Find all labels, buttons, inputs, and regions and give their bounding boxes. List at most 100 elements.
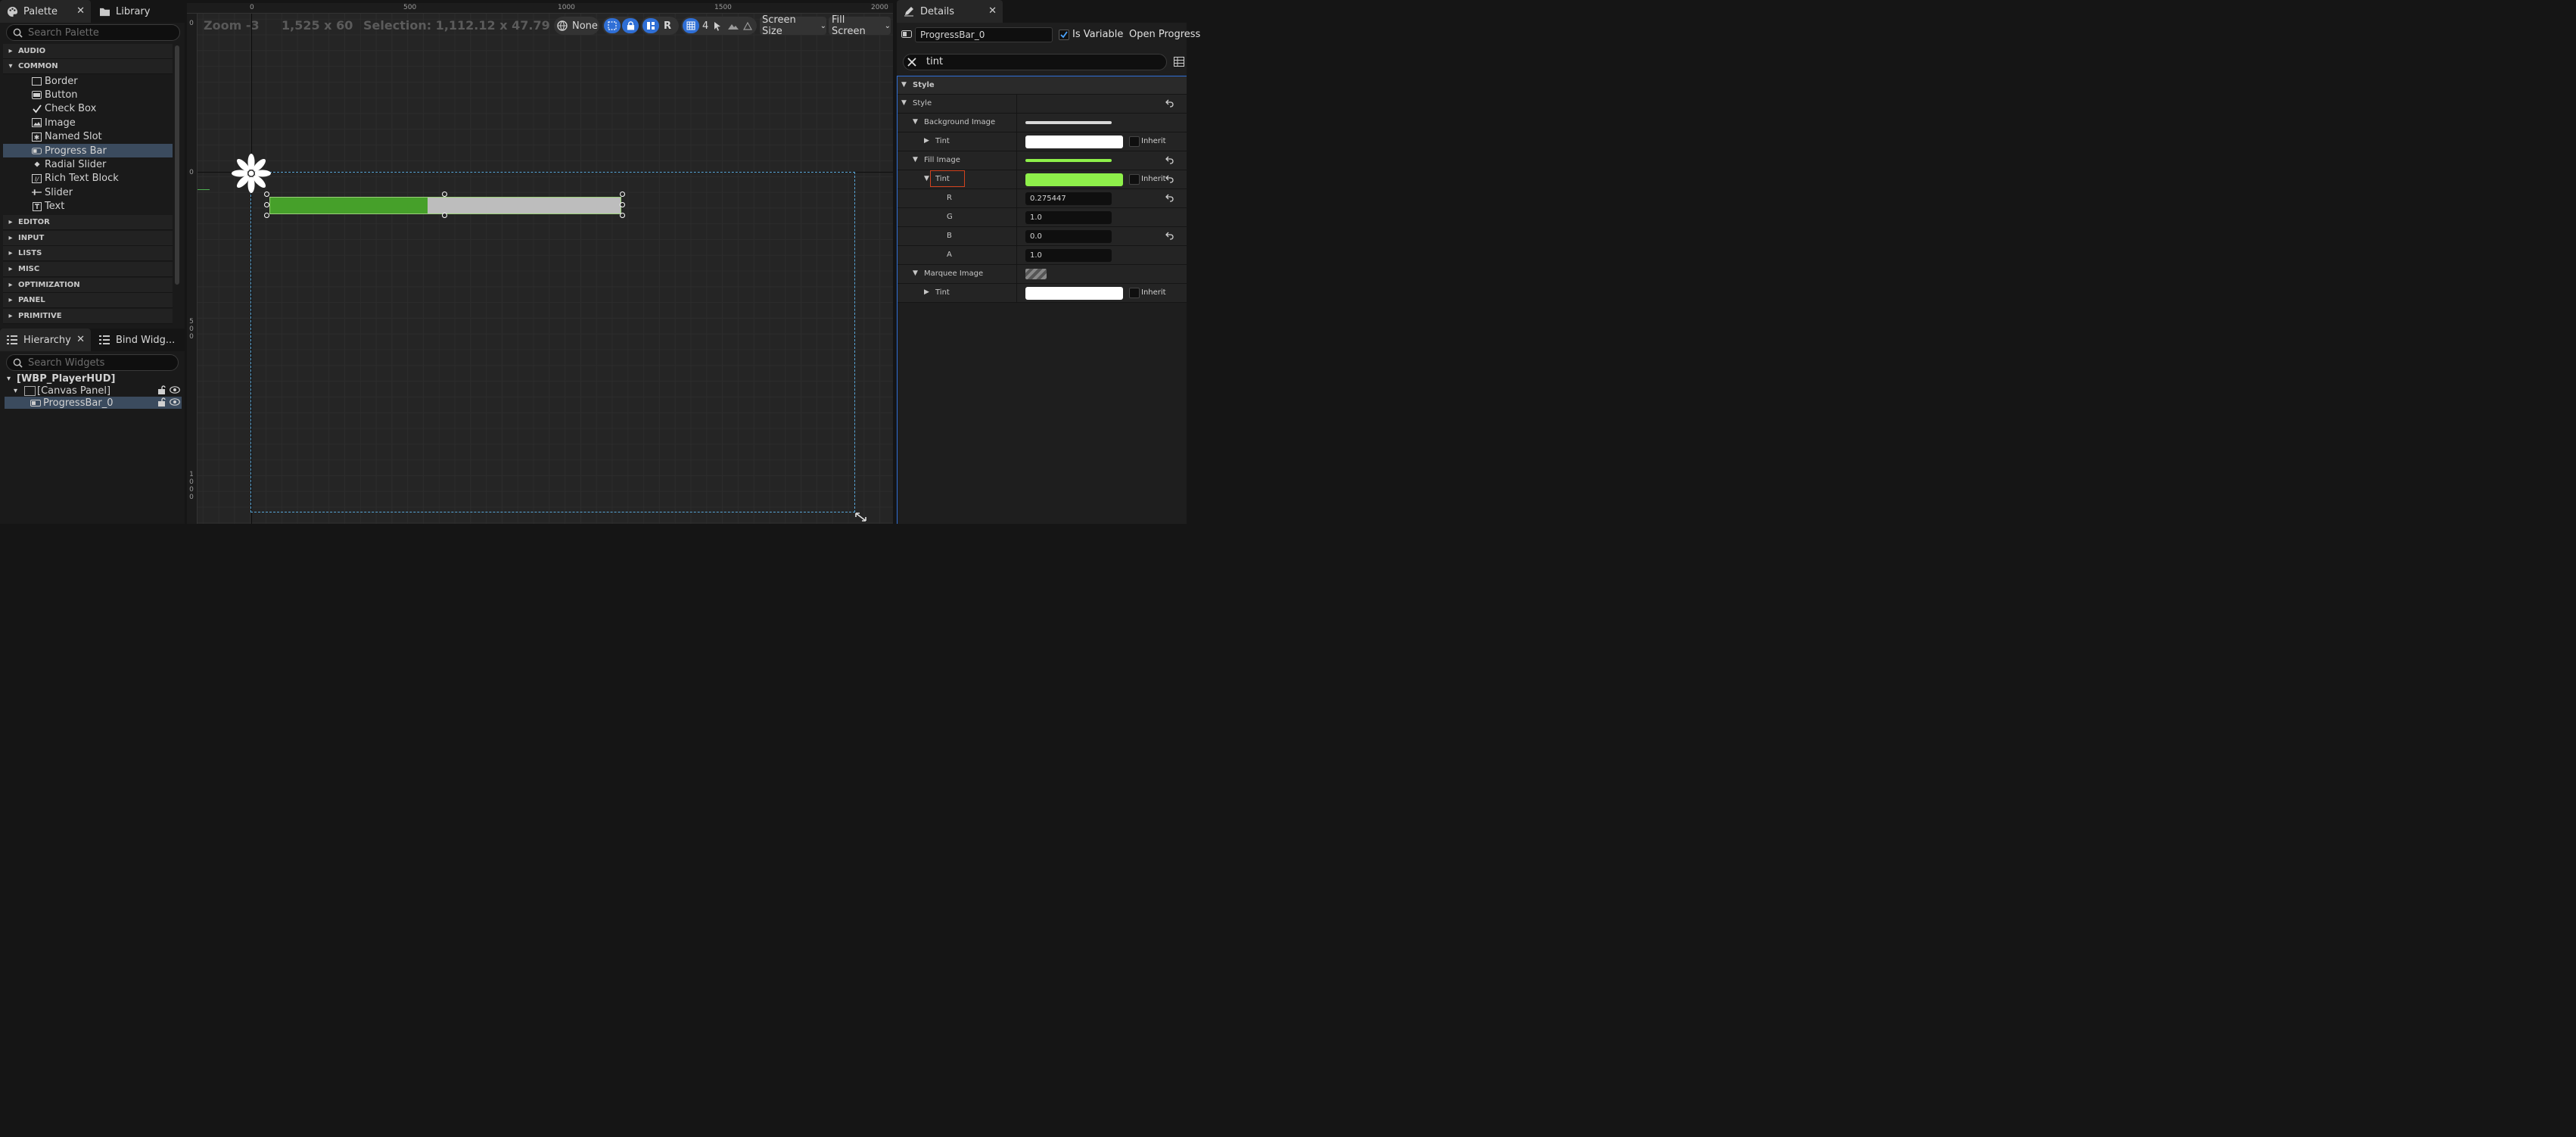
fill-tint-swatch[interactable] — [1025, 173, 1123, 186]
category-common[interactable]: ▾ COMMON — [3, 59, 173, 74]
selection-handle[interactable] — [264, 213, 269, 218]
marquee-tint-swatch[interactable] — [1025, 287, 1123, 300]
lock-icon[interactable] — [157, 385, 166, 394]
selection-handle[interactable] — [442, 192, 447, 197]
a-value-input[interactable]: 1.0 — [1025, 249, 1112, 262]
bind-widgets-tab-label: Bind Widg... — [116, 334, 176, 346]
fill-screen-dropdown[interactable]: Fill Screen ⌄ — [829, 14, 891, 37]
inherit-checkbox[interactable] — [1129, 174, 1140, 185]
row-marquee-image[interactable]: ▼ Marquee Image — [898, 265, 1187, 284]
section-header-style[interactable]: ▼ Style — [898, 76, 1187, 95]
screen-size-dropdown[interactable]: Screen Size ⌄ — [760, 14, 826, 37]
selection-handle[interactable] — [620, 192, 625, 197]
bg-tint-swatch[interactable] — [1025, 136, 1123, 148]
tab-details[interactable]: Details ✕ — [897, 0, 1003, 23]
tab-bind-widgets[interactable]: Bind Widg... — [92, 329, 183, 351]
row-style[interactable]: ▼ Style — [898, 95, 1187, 114]
row-label: Style — [913, 99, 932, 107]
inherit-checkbox[interactable] — [1129, 288, 1140, 298]
row-bg-tint[interactable]: ▶ Tint Inherit — [898, 132, 1187, 151]
eye-icon[interactable] — [170, 386, 180, 394]
selection-handle[interactable] — [620, 213, 625, 218]
r-button[interactable]: R — [664, 20, 671, 32]
palette-item-progress-bar[interactable]: Progress Bar — [3, 144, 173, 157]
category-editor[interactable]: ▸ EDITOR — [3, 215, 173, 230]
is-variable-checkbox[interactable] — [1059, 30, 1069, 40]
palette-item-button[interactable]: Button — [3, 88, 173, 101]
category-panel[interactable]: ▸ PANEL — [3, 293, 173, 308]
tree-row-progressbar[interactable]: ProgressBar_0 — [5, 397, 182, 409]
widget-name-input[interactable]: ProgressBar_0 — [915, 27, 1053, 42]
selection-handle[interactable] — [620, 202, 625, 207]
close-icon[interactable]: ✕ — [76, 334, 85, 345]
palette-item-image[interactable]: Image — [3, 116, 173, 129]
cursor-icon[interactable] — [713, 21, 722, 31]
close-icon[interactable]: ✕ — [988, 5, 997, 17]
progress-bar-widget[interactable] — [269, 197, 621, 214]
clear-filter-icon[interactable] — [907, 57, 917, 67]
close-icon[interactable]: ✕ — [76, 5, 85, 17]
tree-row-canvas[interactable]: ▾ [Canvas Panel] — [5, 385, 182, 397]
resize-handle-icon[interactable] — [853, 510, 870, 524]
anchor-icon[interactable] — [229, 151, 273, 195]
selection-handle[interactable] — [264, 192, 269, 197]
landscape-icon[interactable] — [728, 22, 739, 30]
inherit-checkbox[interactable] — [1129, 136, 1140, 147]
row-a[interactable]: A 1.0 — [898, 246, 1187, 265]
grid-icon[interactable] — [683, 18, 699, 33]
palette-item-slider[interactable]: Slider — [3, 185, 173, 199]
localization-button[interactable]: None — [554, 17, 599, 35]
category-misc[interactable]: ▸ MISC — [3, 262, 173, 277]
category-optimization[interactable]: ▸ OPTIMIZATION — [3, 278, 173, 293]
collapse-arrow-icon: ▾ — [7, 374, 11, 383]
row-r[interactable]: R 0.275447 — [898, 189, 1187, 208]
dashed-select-icon[interactable] — [604, 18, 621, 33]
table-view-icon[interactable] — [1174, 57, 1184, 67]
category-audio[interactable]: ▸ AUDIO — [3, 44, 173, 59]
details-filter-input[interactable]: tint — [903, 54, 1167, 70]
eye-icon[interactable] — [170, 398, 180, 406]
category-input[interactable]: ▸ INPUT — [3, 231, 173, 246]
palette-search-input[interactable]: Search Palette — [6, 24, 180, 41]
category-primitive[interactable]: ▸ PRIMITIVE — [3, 309, 173, 324]
category-lists[interactable]: ▸ LISTS — [3, 246, 173, 261]
row-g[interactable]: G 1.0 — [898, 208, 1187, 227]
selection-handle[interactable] — [442, 213, 447, 218]
palette-item-check-box[interactable]: Check Box — [3, 102, 173, 116]
reset-arrow-icon[interactable] — [1165, 231, 1174, 240]
palette-item-label: Slider — [45, 186, 73, 198]
reset-arrow-icon[interactable] — [1165, 174, 1174, 183]
r-value-input[interactable]: 0.275447 — [1025, 192, 1112, 205]
widgets-search-input[interactable]: Search Widgets — [6, 354, 179, 371]
row-marquee-tint[interactable]: ▶ Tint Inherit — [898, 284, 1187, 303]
lock-icon[interactable] — [622, 18, 639, 33]
b-value-input[interactable]: 0.0 — [1025, 230, 1112, 243]
reset-arrow-icon[interactable] — [1165, 193, 1174, 202]
palette-item-named-slot[interactable]: ✱ Named Slot — [3, 130, 173, 144]
palette-item-border[interactable]: Border — [3, 74, 173, 88]
expand-arrow-icon: ▸ — [8, 312, 13, 320]
respect-locks-group: R — [641, 17, 679, 35]
reset-arrow-icon[interactable] — [1165, 98, 1174, 107]
grid-value[interactable]: 4 — [702, 20, 708, 32]
row-background-image[interactable]: ▼ Background Image — [898, 114, 1187, 132]
palette-item-radial-slider[interactable]: Radial Slider — [3, 157, 173, 171]
triangle-icon[interactable] — [743, 21, 753, 30]
tree-row-root[interactable]: ▾ [WBP_PlayerHUD] — [5, 372, 182, 385]
selection-handle[interactable] — [264, 202, 269, 207]
tab-palette[interactable]: Palette ✕ — [0, 0, 91, 23]
layout-icon[interactable] — [642, 18, 659, 33]
row-fill-tint[interactable]: ▼ Tint Inherit — [898, 170, 1187, 189]
reset-arrow-icon[interactable] — [1165, 155, 1174, 164]
tab-hierarchy[interactable]: Hierarchy ✕ — [0, 329, 91, 351]
row-fill-image[interactable]: ▼ Fill Image — [898, 151, 1187, 170]
palette-item-text[interactable]: Text — [3, 200, 173, 213]
open-progress-button[interactable]: Open Progress — [1129, 29, 1200, 40]
designer-viewport[interactable]: 0 500 1000 1500 2000 0 0 5 0 0 1 0 0 0 Z… — [187, 3, 893, 524]
tab-library[interactable]: Library — [92, 0, 183, 23]
palette-scrollbar[interactable] — [175, 45, 179, 285]
g-value-input[interactable]: 1.0 — [1025, 211, 1112, 224]
lock-icon[interactable] — [157, 397, 166, 407]
row-b[interactable]: B 0.0 — [898, 227, 1187, 246]
palette-item-rich-text-block[interactable]: I/Rich Text Block — [3, 172, 173, 185]
